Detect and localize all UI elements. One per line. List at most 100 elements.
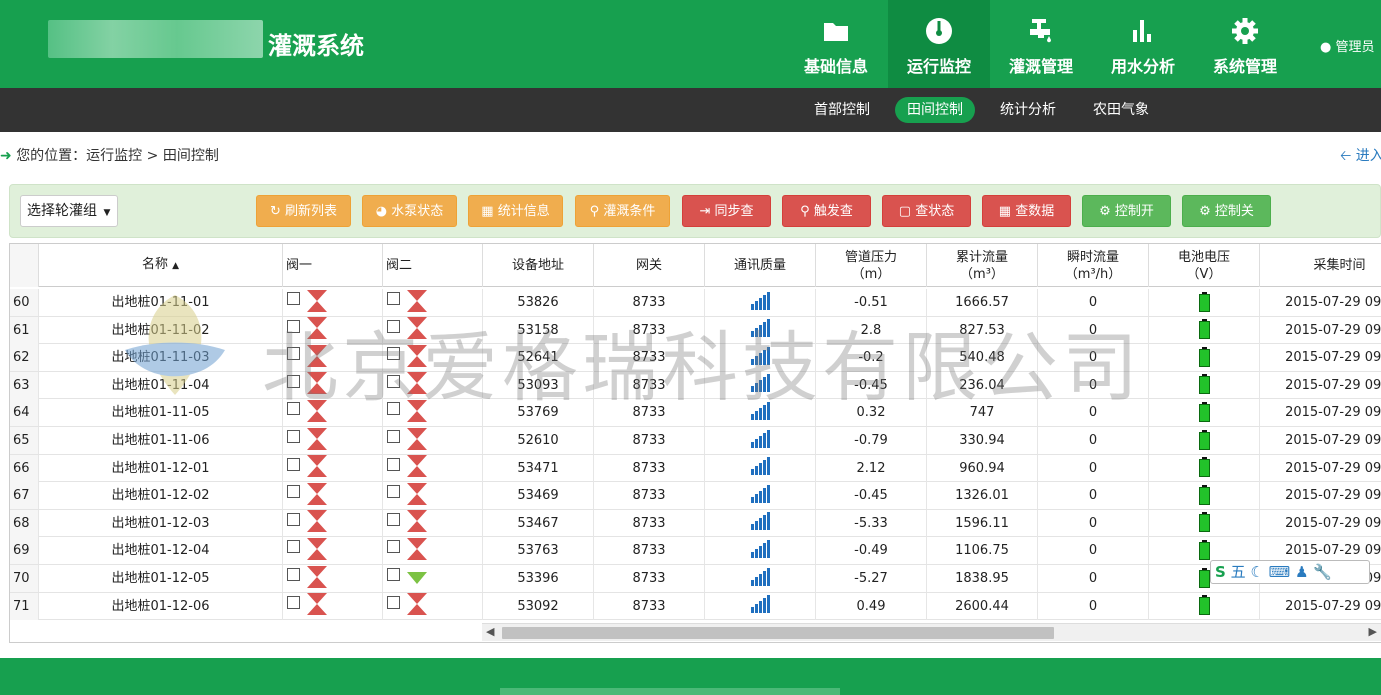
valve1-checkbox[interactable] bbox=[287, 374, 300, 388]
statistics-button[interactable]: ▦ 统计信息 bbox=[468, 195, 563, 227]
cell-valve2[interactable] bbox=[383, 344, 483, 372]
subnav-item-statistics[interactable]: 统计分析 bbox=[988, 97, 1068, 123]
irrigation-conditions-button[interactable]: ⚲ 灌溉条件 bbox=[575, 195, 670, 227]
valve1-checkbox[interactable] bbox=[287, 347, 300, 361]
signal-strength-icon bbox=[751, 346, 770, 365]
scroll-right-icon[interactable]: ▶ bbox=[1369, 625, 1377, 638]
valve2-checkbox[interactable] bbox=[387, 457, 400, 471]
valve1-checkbox[interactable] bbox=[287, 292, 300, 305]
cell-cum-flow: 330.94 bbox=[927, 427, 1038, 454]
cell-valve2[interactable] bbox=[383, 509, 483, 537]
topnav-item-irrigation[interactable]: 灌溉管理 bbox=[990, 0, 1092, 88]
cell-signal bbox=[705, 371, 816, 399]
horizontal-scrollbar[interactable]: ◀ ▶ bbox=[482, 623, 1381, 641]
instant-flow: 0 bbox=[1088, 322, 1098, 338]
control-open-button[interactable]: ⚙ 控制开 bbox=[1082, 195, 1171, 227]
cell-valve1[interactable] bbox=[283, 371, 383, 399]
valve2-checkbox[interactable] bbox=[387, 319, 400, 333]
table-row[interactable]: 61 出地桩01-11-02 53158 8733 2.8 827.53 0 2015-07-… bbox=[10, 316, 1381, 345]
cell-valve1[interactable] bbox=[283, 482, 383, 510]
cell-valve1[interactable] bbox=[283, 592, 383, 620]
valve2-checkbox[interactable] bbox=[387, 512, 400, 526]
valve1-checkbox[interactable] bbox=[287, 402, 300, 416]
cell-valve2[interactable] bbox=[383, 592, 483, 620]
enter-link[interactable]: 🡠 进入 bbox=[1340, 145, 1381, 169]
valve2-checkbox[interactable] bbox=[387, 402, 400, 416]
valve1-checkbox[interactable] bbox=[287, 457, 300, 471]
table-row[interactable]: 60 出地桩01-11-01 53826 8733 -0.51 1666.57 0 2015-… bbox=[10, 289, 1381, 317]
control-close-button[interactable]: ⚙ 控制关 bbox=[1182, 195, 1271, 227]
user-menu[interactable]: ● 管理员 bbox=[1320, 36, 1375, 55]
gateway-id: 8733 bbox=[632, 295, 666, 310]
table-row[interactable]: 66 出地桩01-12-01 53471 8733 2.12 960.94 0 2015-07… bbox=[10, 454, 1381, 483]
table-row[interactable]: 69 出地桩01-12-04 53763 8733 -0.49 1106.75 0 2015-… bbox=[10, 537, 1381, 565]
pump-status-button[interactable]: ◕ 水泵状态 bbox=[362, 195, 457, 227]
scrollbar-thumb[interactable] bbox=[502, 627, 1054, 639]
valve1-checkbox[interactable] bbox=[287, 430, 300, 443]
sync-query-button[interactable]: ⇥ 同步查 bbox=[682, 195, 771, 227]
valve1-checkbox[interactable] bbox=[287, 540, 300, 554]
cell-valve1[interactable] bbox=[283, 427, 383, 454]
valve2-checkbox[interactable] bbox=[387, 374, 400, 388]
cell-valve1[interactable] bbox=[283, 509, 383, 537]
rotation-group-select[interactable]: 选择轮灌组 ▼ bbox=[20, 195, 118, 227]
table-row[interactable]: 68 出地桩01-12-03 53467 8733 -5.33 1596.11 0 2015-… bbox=[10, 509, 1381, 538]
query-status-button[interactable]: ▢ 查状态 bbox=[882, 195, 971, 227]
cell-valve2[interactable] bbox=[383, 537, 483, 565]
cell-valve2[interactable] bbox=[383, 316, 483, 344]
topnav-item-monitoring[interactable]: 运行监控 bbox=[888, 0, 990, 88]
valve2-checkbox[interactable] bbox=[387, 292, 400, 305]
trigger-query-button[interactable]: ⚲ 触发查 bbox=[782, 195, 871, 227]
cell-signal bbox=[705, 482, 816, 510]
table-row[interactable]: 62 出地桩01-11-03 52641 8733 -0.2 540.48 0 2015-07… bbox=[10, 344, 1381, 372]
valve2-checkbox[interactable] bbox=[387, 430, 400, 443]
cell-valve2[interactable] bbox=[383, 482, 483, 510]
cell-valve2[interactable] bbox=[383, 399, 483, 427]
cell-valve1[interactable] bbox=[283, 454, 383, 482]
valve1-checkbox[interactable] bbox=[287, 485, 300, 499]
subnav-item-weather[interactable]: 农田气象 bbox=[1081, 97, 1161, 123]
cell-name: 出地桩01-12-04 bbox=[39, 537, 283, 565]
table-row[interactable]: 71 出地桩01-12-06 53092 8733 0.49 2600.44 0 2015-0… bbox=[10, 592, 1381, 621]
rotation-group-select-label: 选择轮灌组 bbox=[27, 203, 97, 219]
table-row[interactable]: 65 出地桩01-11-06 52610 8733 -0.79 330.94 0 2015-0… bbox=[10, 427, 1381, 455]
ime-toolbar[interactable]: S 五 ☾ ⌨ ♟ 🔧 bbox=[1210, 560, 1370, 584]
scroll-left-icon[interactable]: ◀ bbox=[486, 625, 494, 638]
table-row[interactable]: 64 出地桩01-11-05 53769 8733 0.32 747 0 2015-07-29… bbox=[10, 399, 1381, 427]
header-name[interactable]: 名称 ▲ bbox=[39, 244, 283, 287]
topnav-item-basic-info[interactable]: 基础信息 bbox=[785, 0, 887, 88]
cell-valve2[interactable] bbox=[383, 427, 483, 454]
cell-valve2[interactable] bbox=[383, 454, 483, 482]
table-row[interactable]: 67 出地桩01-12-02 53469 8733 -0.45 1326.01 0 2015-… bbox=[10, 482, 1381, 510]
valve2-checkbox[interactable] bbox=[387, 540, 400, 554]
table-row[interactable]: 63 出地桩01-11-04 53093 8733 -0.45 236.04 0 2015-0… bbox=[10, 371, 1381, 400]
device-address: 53826 bbox=[517, 295, 559, 310]
valve1-checkbox[interactable] bbox=[287, 568, 300, 581]
cell-valve1[interactable] bbox=[283, 565, 383, 592]
table-row[interactable]: 70出地桩01-12-05533968733-5.271838.9502015-… bbox=[10, 565, 1381, 593]
cell-valve1[interactable] bbox=[283, 537, 383, 565]
cell-valve1[interactable] bbox=[283, 399, 383, 427]
cell-valve1[interactable] bbox=[283, 289, 383, 316]
cell-valve2[interactable] bbox=[383, 289, 483, 316]
topnav-item-water-analysis[interactable]: 用水分析 bbox=[1092, 0, 1194, 88]
valve1-checkbox[interactable] bbox=[287, 595, 300, 609]
cell-valve2[interactable] bbox=[383, 565, 483, 592]
refresh-list-button[interactable]: ↻ 刷新列表 bbox=[256, 195, 351, 227]
valve1-checkbox[interactable] bbox=[287, 512, 300, 526]
valve2-checkbox[interactable] bbox=[387, 568, 400, 581]
valve2-checkbox[interactable] bbox=[387, 485, 400, 499]
topnav-label: 运行监控 bbox=[906, 57, 971, 76]
valve1-checkbox[interactable] bbox=[287, 319, 300, 333]
cell-valve2[interactable] bbox=[383, 371, 483, 399]
subnav-item-field-control[interactable]: 田间控制 bbox=[895, 97, 975, 123]
valve2-checkbox[interactable] bbox=[387, 595, 400, 609]
signal-strength-icon bbox=[751, 512, 770, 531]
subnav-item-head-control[interactable]: 首部控制 bbox=[802, 97, 882, 123]
topnav-item-system[interactable]: 系统管理 bbox=[1194, 0, 1296, 88]
valve-closed-icon bbox=[307, 317, 327, 340]
valve2-checkbox[interactable] bbox=[387, 347, 400, 361]
query-data-button[interactable]: ▦ 查数据 bbox=[982, 195, 1071, 227]
cell-valve1[interactable] bbox=[283, 344, 383, 372]
cell-valve1[interactable] bbox=[283, 316, 383, 344]
